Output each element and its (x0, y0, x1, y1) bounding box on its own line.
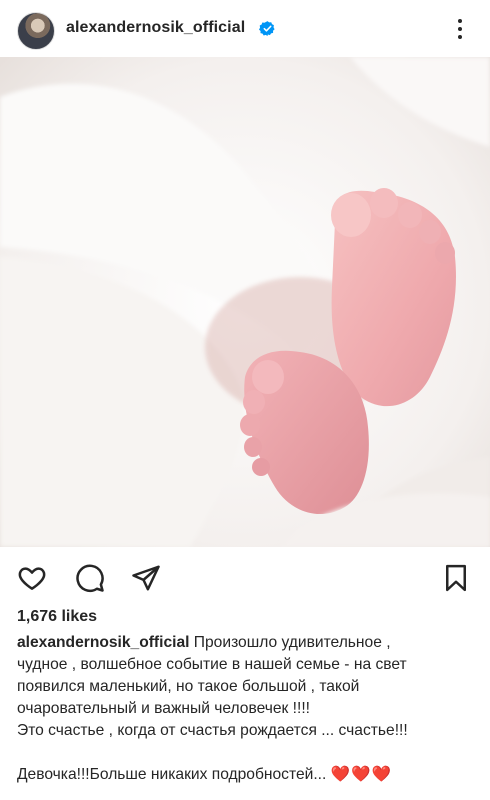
send-icon[interactable] (131, 563, 161, 593)
caption-line-4: очаровательный и важный человечек !!!! (17, 700, 311, 717)
bookmark-icon[interactable] (441, 563, 471, 593)
caption-text-6: Девочка!!!Больше никаких подробностей... (17, 766, 327, 783)
likes-count[interactable]: 1,676 likes (17, 608, 97, 626)
verified-badge-icon (259, 21, 275, 36)
post-action-bar (0, 560, 490, 596)
caption-line-5: Это счастье , когда от счастья рождается… (17, 722, 408, 739)
hearts-emoji: ❤️❤️❤️ (330, 766, 392, 783)
caption-line-1: alexandernosik_official Произошло удивит… (17, 632, 479, 654)
comment-icon[interactable] (75, 563, 105, 593)
caption-line-6: Девочка!!!Больше никаких подробностей...… (17, 764, 479, 786)
more-options-icon[interactable] (452, 14, 468, 44)
baby-feet-illustration (0, 57, 490, 547)
heart-icon[interactable] (17, 563, 47, 593)
caption-text-1: Произошло удивительное , (189, 634, 391, 651)
post-image[interactable] (0, 57, 490, 547)
caption-line-3: появился маленький, но такое большой , т… (17, 678, 360, 695)
avatar[interactable] (17, 12, 55, 50)
post-caption: alexandernosik_official Произошло удивит… (17, 632, 479, 786)
caption-username[interactable]: alexandernosik_official (17, 634, 189, 651)
post-header: alexandernosik_official (0, 0, 490, 58)
caption-line-2: чудное , волшебное событие в нашей семье… (17, 656, 407, 673)
post-username[interactable]: alexandernosik_official (66, 19, 245, 37)
